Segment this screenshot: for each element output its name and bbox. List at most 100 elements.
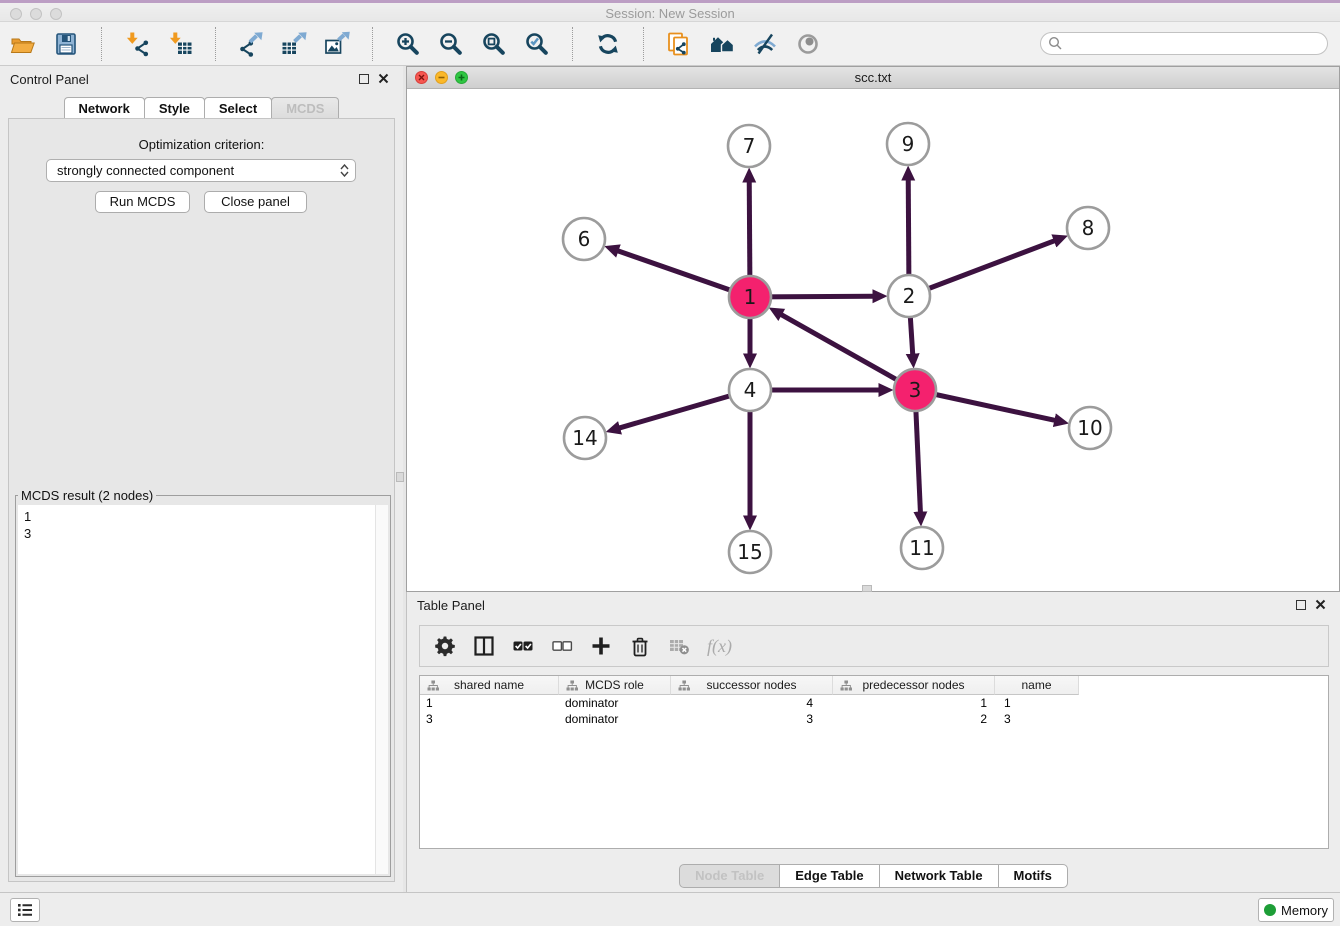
mcds-panel: Optimization criterion: strongly connect…	[8, 118, 395, 882]
result-scrollbar[interactable]	[375, 505, 388, 874]
node-table-body: 1dominator4113dominator323	[420, 695, 1328, 727]
table-cell[interactable]: 3	[995, 711, 1079, 727]
tab-mcds[interactable]: MCDS	[271, 97, 339, 120]
close-panel-button[interactable]: Close panel	[204, 191, 307, 213]
run-mcds-button[interactable]: Run MCDS	[95, 191, 190, 213]
node-8[interactable]: 8	[1067, 207, 1109, 249]
result-item[interactable]: 3	[24, 525, 382, 542]
svg-text:4: 4	[744, 378, 757, 402]
search-input[interactable]	[1063, 34, 1327, 53]
tab-style[interactable]: Style	[144, 97, 205, 120]
tree-icon	[840, 680, 852, 691]
node-14[interactable]: 14	[564, 417, 606, 459]
optimization-criterion-dropdown[interactable]: strongly connected component	[46, 159, 356, 182]
column-header-MCDS-role[interactable]: MCDS role	[559, 676, 671, 695]
import-table-icon[interactable]	[165, 29, 195, 59]
clone-network-icon[interactable]	[664, 29, 694, 59]
svg-text:15: 15	[737, 540, 762, 564]
log-console-button[interactable]	[10, 898, 40, 922]
node-table[interactable]: shared nameMCDS rolesuccessor nodesprede…	[419, 675, 1329, 849]
toolbar-separator	[215, 27, 216, 61]
trash-icon[interactable]	[629, 635, 651, 657]
column-header-predecessor-nodes[interactable]: predecessor nodes	[833, 676, 995, 695]
column-header-shared-name[interactable]: shared name	[420, 676, 559, 695]
table-cell[interactable]: 4	[671, 695, 833, 711]
table-panel-tabs: Node TableEdge TableNetwork TableMotifs	[407, 864, 1340, 888]
network-canvas[interactable]: 7 9 6 8 1 2 4 3 14 10 15 11	[407, 89, 1339, 591]
horizontal-splitter-grip[interactable]	[862, 585, 872, 592]
memory-button[interactable]: Memory	[1258, 898, 1334, 922]
tab-network[interactable]: Network	[64, 97, 145, 120]
function-builder-icon: f(x)	[707, 636, 732, 657]
search-icon	[1048, 36, 1063, 51]
save-icon[interactable]	[51, 29, 81, 59]
svg-text:9: 9	[902, 132, 915, 156]
tab-select[interactable]: Select	[204, 97, 272, 120]
gear-icon[interactable]	[434, 635, 456, 657]
hide-panel-icon[interactable]	[750, 29, 780, 59]
tab-motifs[interactable]: Motifs	[998, 864, 1068, 888]
result-item[interactable]: 1	[24, 508, 382, 525]
deselect-all-icon[interactable]	[551, 635, 573, 657]
node-7[interactable]: 7	[728, 125, 770, 167]
node-3[interactable]: 3	[894, 369, 936, 411]
vertical-splitter-grip[interactable]	[396, 472, 404, 482]
tree-icon	[678, 680, 690, 691]
search-box[interactable]	[1040, 32, 1328, 55]
table-cell[interactable]: 1	[995, 695, 1079, 711]
node-9[interactable]: 9	[887, 123, 929, 165]
node-10[interactable]: 10	[1069, 407, 1111, 449]
tab-node-table[interactable]: Node Table	[679, 864, 780, 888]
table-cell[interactable]: 3	[671, 711, 833, 727]
table-cell[interactable]: 1	[833, 695, 995, 711]
main-toolbar	[0, 22, 1340, 66]
refresh-icon[interactable]	[593, 29, 623, 59]
svg-text:1: 1	[744, 285, 757, 309]
columns-icon[interactable]	[473, 635, 495, 657]
open-file-icon[interactable]	[8, 29, 38, 59]
table-cell[interactable]: 3	[420, 711, 559, 727]
node-11[interactable]: 11	[901, 527, 943, 569]
close-panel-icon[interactable]	[378, 73, 389, 84]
table-cell[interactable]: 1	[420, 695, 559, 711]
zoom-selected-icon[interactable]	[522, 29, 552, 59]
table-cell[interactable]: 2	[833, 711, 995, 727]
node-4[interactable]: 4	[729, 369, 771, 411]
column-header-name[interactable]: name	[995, 676, 1079, 695]
column-header-successor-nodes[interactable]: successor nodes	[671, 676, 833, 695]
zoom-out-icon[interactable]	[436, 29, 466, 59]
home-icon[interactable]	[707, 29, 737, 59]
table-cell[interactable]: dominator	[559, 695, 671, 711]
table-panel: Table Panel f(x) shared nameMCDS rolesuc…	[406, 592, 1340, 892]
toolbar-separator	[372, 27, 373, 61]
add-icon[interactable]	[590, 635, 612, 657]
float-table-panel-icon[interactable]	[1296, 600, 1306, 610]
export-image-icon[interactable]	[322, 29, 352, 59]
svg-text:10: 10	[1077, 416, 1102, 440]
network-window-titlebar[interactable]: scc.txt	[407, 67, 1339, 89]
import-network-icon[interactable]	[122, 29, 152, 59]
edge-2-8[interactable]	[909, 241, 1054, 296]
table-row[interactable]: 1dominator411	[420, 695, 1328, 711]
edge-3-1[interactable]	[781, 315, 915, 390]
close-table-panel-icon[interactable]	[1315, 599, 1326, 610]
node-2[interactable]: 2	[888, 275, 930, 317]
zoom-in-icon[interactable]	[393, 29, 423, 59]
select-all-icon[interactable]	[512, 635, 534, 657]
svg-text:7: 7	[743, 134, 756, 158]
node-1[interactable]: 1	[729, 276, 771, 318]
float-panel-icon[interactable]	[359, 74, 369, 84]
node-6[interactable]: 6	[563, 218, 605, 260]
table-row[interactable]: 3dominator323	[420, 711, 1328, 727]
network-window-title: scc.txt	[407, 70, 1339, 85]
zoom-fit-icon[interactable]	[479, 29, 509, 59]
table-toolbar: f(x)	[419, 625, 1329, 667]
export-table-icon[interactable]	[279, 29, 309, 59]
tab-edge-table[interactable]: Edge Table	[779, 864, 879, 888]
node-15[interactable]: 15	[729, 531, 771, 573]
tab-network-table[interactable]: Network Table	[879, 864, 999, 888]
mcds-result-list[interactable]: 13	[18, 505, 388, 874]
export-network-icon[interactable]	[236, 29, 266, 59]
table-cell[interactable]: dominator	[559, 711, 671, 727]
delete-table-icon	[668, 635, 690, 657]
